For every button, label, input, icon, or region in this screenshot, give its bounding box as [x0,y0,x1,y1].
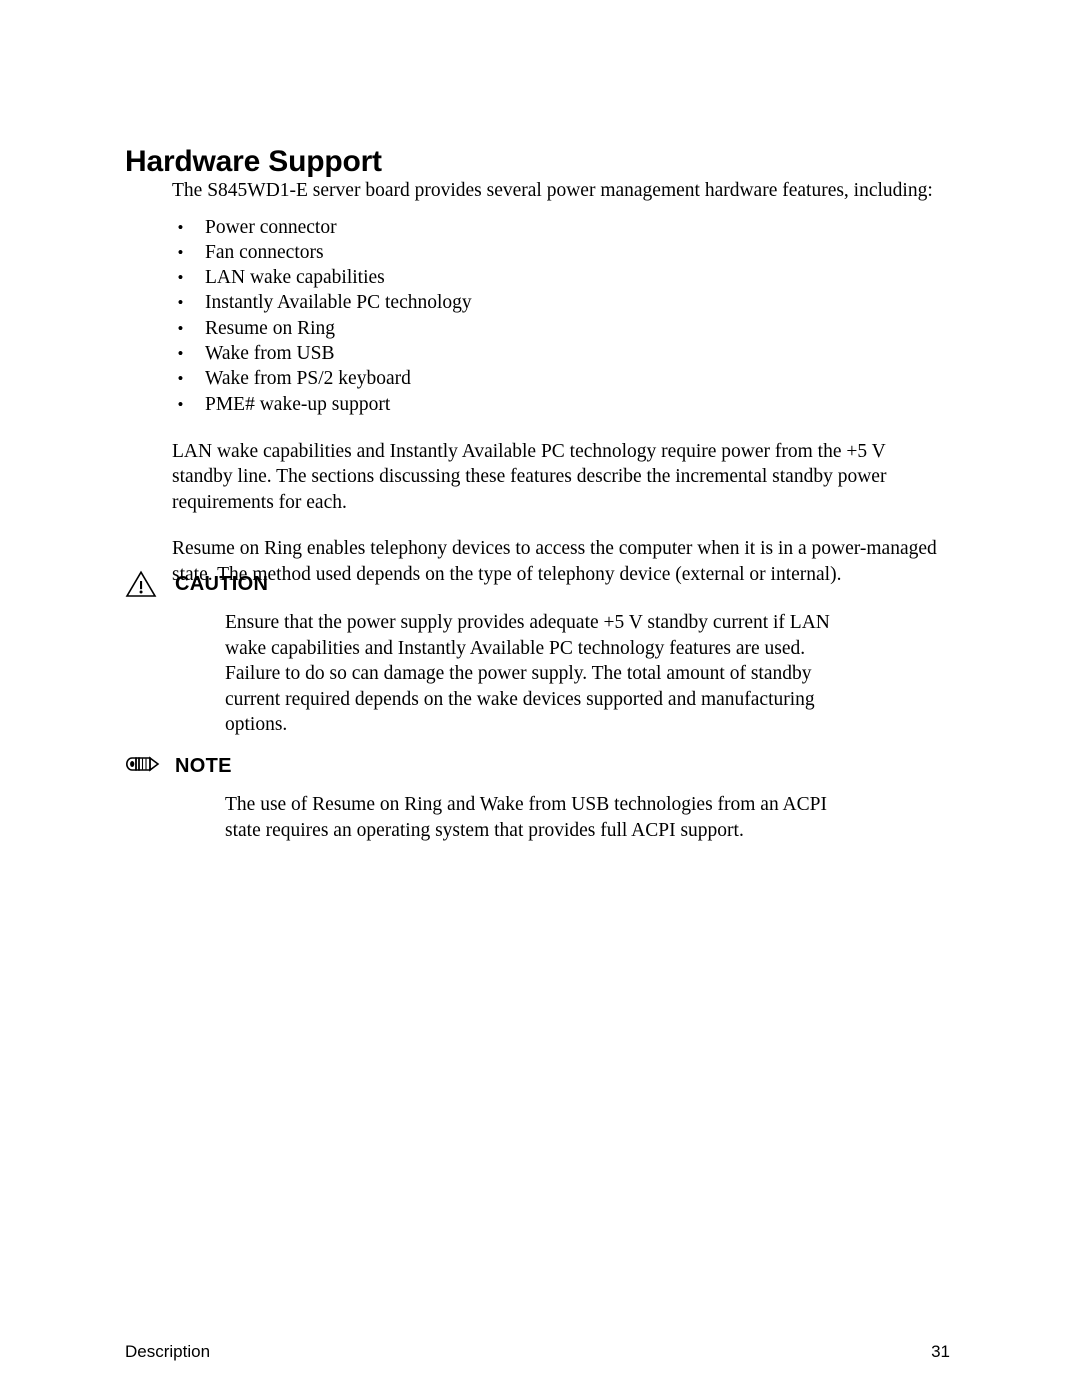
caution-header: CAUTION [125,570,945,600]
list-item-label: Instantly Available PC technology [205,292,472,314]
list-item-label: PME# wake-up support [205,393,391,415]
footer-chapter-label: Description [125,1342,211,1361]
list-item: • Instantly Available PC technology [172,290,944,315]
list-item: • Fan connectors [172,240,944,265]
list-item-label: Fan connectors [205,241,324,263]
bullet-icon: • [177,268,184,288]
note-text: The use of Resume on Ring and Wake from … [225,794,827,841]
document-page: Hardware Support The S845WD1-E server bo… [0,0,1080,1397]
list-item-label: Resume on Ring [205,317,335,339]
bullet-icon: • [177,293,184,313]
caution-block: CAUTION Ensure that the power supply pro… [125,570,945,738]
bullet-icon: • [177,343,184,363]
list-item: • PME# wake-up support [172,392,944,417]
list-item-label: Wake from PS/2 keyboard [205,368,411,390]
list-item: • Wake from USB [172,341,944,366]
feature-list: • Power connector • Fan connectors • LAN… [172,215,944,417]
intro-paragraph: The S845WD1-E server board provides seve… [172,180,933,201]
page-number: 31 [931,1342,950,1361]
caution-text: Ensure that the power supply provides ad… [225,612,830,735]
list-item-label: Power connector [205,216,337,238]
bullet-icon: • [177,217,184,237]
bullet-icon: • [177,242,184,262]
list-item-label: Wake from USB [205,342,335,364]
standby-power-paragraph: LAN wake capabilities and Instantly Avai… [172,440,887,513]
note-label: NOTE [175,755,232,777]
list-item: • Wake from PS/2 keyboard [172,366,944,391]
bullet-icon: • [177,318,184,338]
bullet-icon: • [177,394,184,414]
list-item: • Resume on Ring [172,316,944,341]
pencil-icon [125,752,165,780]
note-header: NOTE [125,752,945,782]
caution-label: CAUTION [175,573,269,595]
page-footer: Description 31 [125,1340,950,1364]
list-item-label: LAN wake capabilities [205,267,385,289]
list-item: • LAN wake capabilities [172,265,944,290]
note-block: NOTE The use of Resume on Ring and Wake … [125,752,945,843]
list-item: • Power connector [172,215,944,240]
main-content: The S845WD1-E server board provides seve… [172,178,944,587]
page-title: Hardware Support [125,145,382,179]
bullet-icon: • [177,369,184,389]
warning-triangle-icon [125,570,165,598]
